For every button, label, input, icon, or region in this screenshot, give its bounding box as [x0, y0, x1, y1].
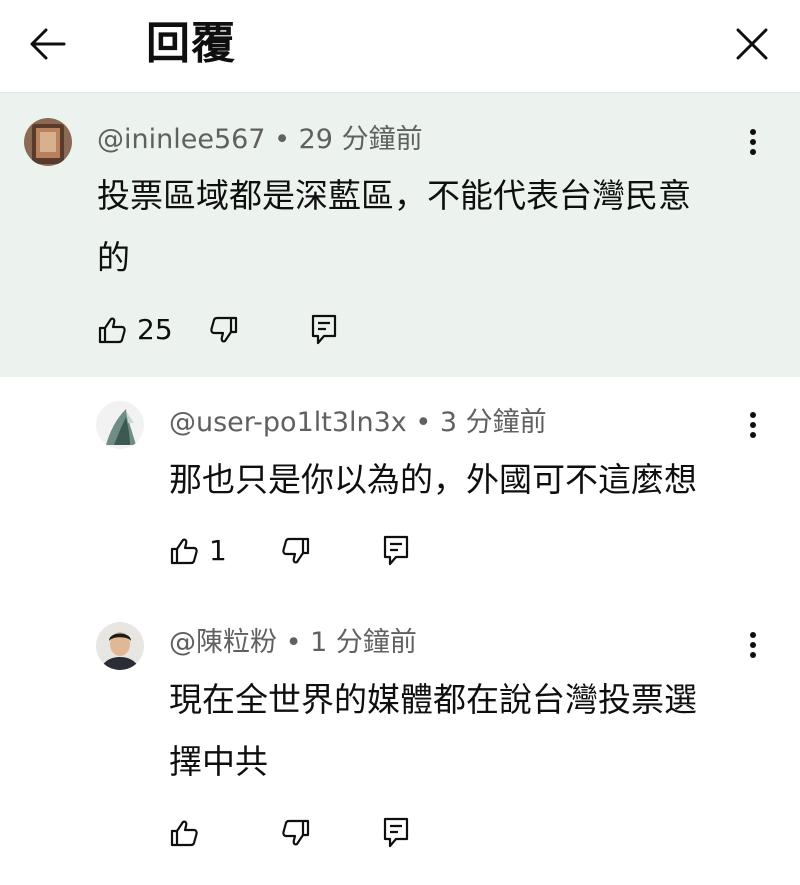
avatar[interactable] — [96, 622, 144, 670]
like-count: 1 — [209, 534, 227, 567]
dislike-button[interactable] — [281, 529, 311, 573]
comment-time: 3 分鐘前 — [439, 407, 547, 438]
comment-text-line: 那也只是你以為的，外國可不這麼想 — [169, 460, 697, 499]
comment-meta: @user-po1lt3ln3x • 3 分鐘前 — [169, 403, 547, 443]
meta-separator: • — [415, 407, 432, 438]
comment-reply-icon — [382, 534, 410, 568]
comment-text: 投票區域都是深藍區，不能代表台灣民意 的 — [97, 165, 691, 289]
comment-reply-icon — [382, 816, 410, 850]
comment-author[interactable]: @ininlee567 — [97, 124, 266, 155]
comment-reply-1: @user-po1lt3ln3x • 3 分鐘前 那也只是你以為的，外國可不這麼… — [0, 377, 800, 599]
thumb-up-icon — [169, 536, 199, 566]
avatar[interactable] — [96, 401, 144, 449]
comment-actions: 25 — [97, 308, 397, 352]
meta-separator: • — [274, 124, 291, 155]
close-icon[interactable] — [730, 22, 774, 66]
comment-reply-2: @陳粒粉 • 1 分鐘前 現在全世界的媒體都在說台灣投票選 擇中共 — [0, 599, 800, 885]
comment-author[interactable]: @陳粒粉 — [169, 627, 277, 658]
comment-text-line: 擇中共 — [169, 742, 268, 781]
more-vert-icon[interactable] — [738, 623, 768, 667]
dislike-button[interactable] — [209, 308, 239, 352]
comment-time: 29 分鐘前 — [298, 124, 423, 155]
thumb-down-icon — [209, 315, 239, 345]
page-title: 回覆 — [146, 18, 236, 69]
comment-meta: @ininlee567 • 29 分鐘前 — [97, 120, 423, 160]
comment-text: 那也只是你以為的，外國可不這麼想 — [169, 449, 697, 511]
thumb-up-icon — [169, 818, 199, 848]
comment-text: 現在全世界的媒體都在說台灣投票選 擇中共 — [169, 669, 697, 793]
comment-time: 1 分鐘前 — [310, 627, 417, 658]
like-button[interactable]: 25 — [97, 308, 173, 352]
reply-button[interactable] — [382, 529, 410, 573]
comment-text-line: 現在全世界的媒體都在說台灣投票選 — [169, 680, 697, 719]
more-vert-icon[interactable] — [738, 403, 768, 447]
comment-text-line: 投票區域都是深藍區，不能代表台灣民意 — [97, 176, 691, 215]
comment-reply-icon — [310, 313, 338, 347]
comment-author[interactable]: @user-po1lt3ln3x — [169, 407, 407, 438]
reply-button[interactable] — [310, 308, 338, 352]
like-count: 25 — [137, 313, 173, 346]
comment-main: @ininlee567 • 29 分鐘前 投票區域都是深藍區，不能代表台灣民意 … — [0, 93, 800, 377]
avatar[interactable] — [24, 118, 72, 166]
arrow-left-icon[interactable] — [26, 22, 70, 66]
header: 回覆 — [0, 0, 800, 93]
thumb-down-icon — [281, 536, 311, 566]
thumb-up-icon — [97, 315, 127, 345]
meta-separator: • — [285, 627, 302, 658]
comment-actions: 1 — [169, 529, 429, 573]
thumb-down-icon — [281, 818, 311, 848]
comment-text-line: 的 — [97, 238, 130, 277]
like-button[interactable]: 1 — [169, 529, 227, 573]
reply-button[interactable] — [382, 811, 410, 855]
dislike-button[interactable] — [281, 811, 311, 855]
comment-actions — [169, 811, 429, 855]
more-vert-icon[interactable] — [738, 120, 768, 164]
like-button[interactable] — [169, 811, 209, 855]
comment-meta: @陳粒粉 • 1 分鐘前 — [169, 623, 417, 663]
